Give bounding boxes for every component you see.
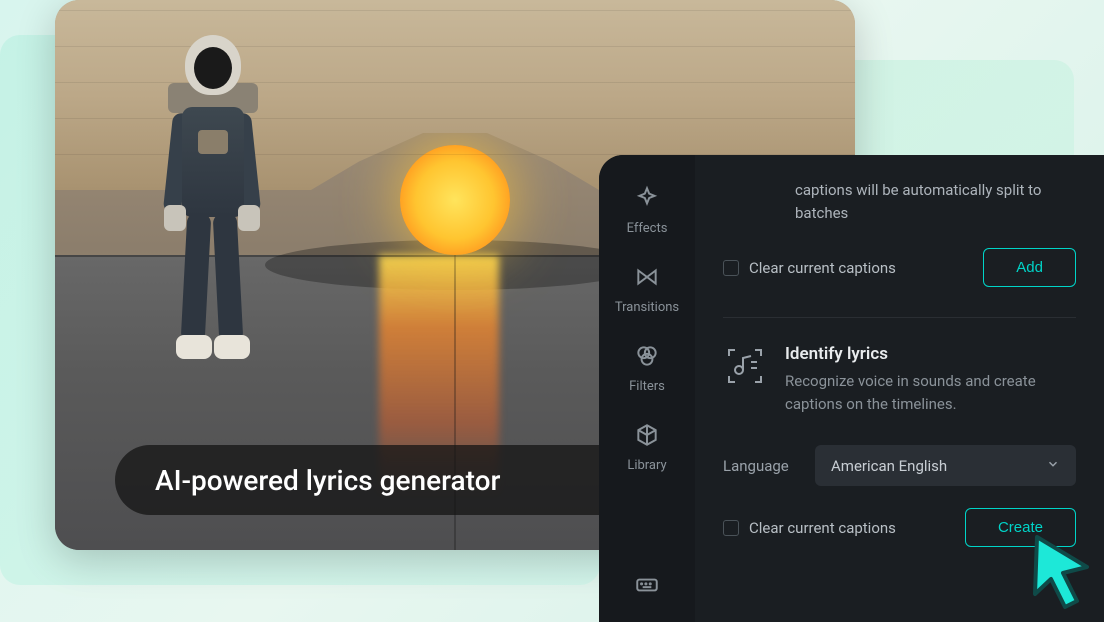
color-rings-icon <box>634 343 660 373</box>
sidebar-item-keyboard[interactable] <box>634 572 660 602</box>
cube-icon <box>634 422 660 452</box>
clear-captions-checkbox[interactable] <box>723 260 739 276</box>
action-row-2: Clear current captions Create <box>723 508 1076 547</box>
feature-description: Recognize voice in sounds and create cap… <box>785 370 1076 415</box>
lyrics-scan-icon <box>723 344 767 388</box>
clear-captions-label: Clear current captions <box>749 259 896 277</box>
language-value: American English <box>831 457 947 475</box>
sidebar-item-filters[interactable]: Filters <box>629 343 665 394</box>
sidebar-label: Filters <box>629 379 665 394</box>
sidebar-label: Effects <box>627 221 668 236</box>
bowtie-icon <box>634 264 660 294</box>
sidebar-item-library[interactable]: Library <box>627 422 666 473</box>
clear-captions-group-2: Clear current captions <box>723 519 896 537</box>
sidebar: Effects Transitions Filters <box>599 155 695 622</box>
cursor-pointer-icon <box>1025 529 1100 614</box>
scene-astronaut <box>150 35 280 385</box>
clear-captions-checkbox-2[interactable] <box>723 520 739 536</box>
action-row: Clear current captions Add <box>723 248 1076 287</box>
language-dropdown[interactable]: American English <box>815 445 1076 486</box>
divider <box>723 317 1076 318</box>
sidebar-item-effects[interactable]: Effects <box>627 185 668 236</box>
clear-captions-group: Clear current captions <box>723 259 896 277</box>
language-label: Language <box>723 457 797 475</box>
chevron-down-icon <box>1046 456 1060 475</box>
caption-text: AI-powered lyrics generator <box>155 464 500 497</box>
clear-captions-label-2: Clear current captions <box>749 519 896 537</box>
sidebar-label: Library <box>627 458 666 473</box>
identify-lyrics-feature: Identify lyrics Recognize voice in sound… <box>723 344 1076 415</box>
sidebar-label: Transitions <box>615 300 679 315</box>
language-row: Language American English <box>723 445 1076 486</box>
info-text: captions will be automatically split to … <box>795 179 1076 224</box>
sparkle-icon <box>634 185 660 215</box>
add-button[interactable]: Add <box>983 248 1076 287</box>
feature-title: Identify lyrics <box>785 344 1076 364</box>
feature-text: Identify lyrics Recognize voice in sound… <box>785 344 1076 415</box>
sidebar-item-transitions[interactable]: Transitions <box>615 264 679 315</box>
keyboard-icon <box>634 572 660 602</box>
